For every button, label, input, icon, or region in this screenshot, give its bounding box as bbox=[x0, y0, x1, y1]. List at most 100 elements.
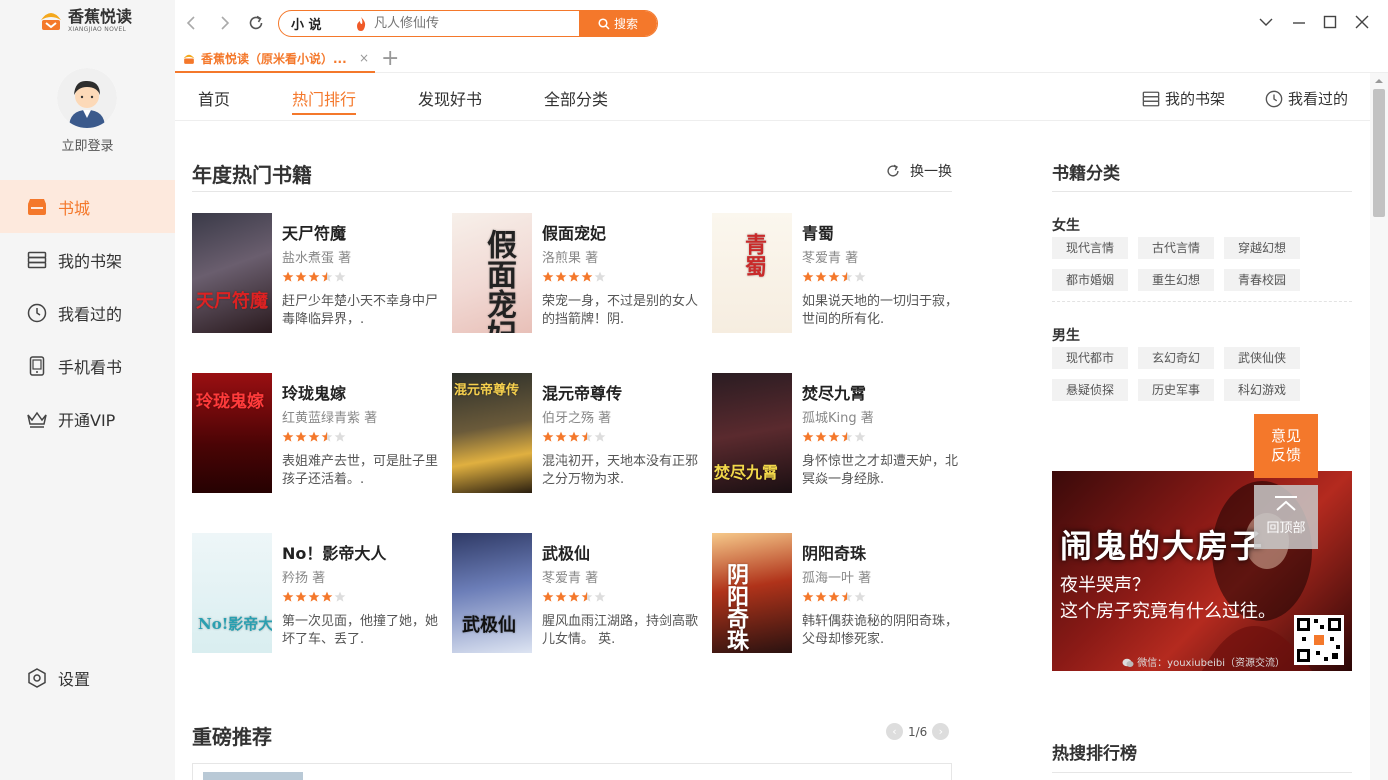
star-full-icon bbox=[828, 431, 840, 442]
close-button[interactable] bbox=[1354, 14, 1370, 30]
my-bookshelf-label: 我的书架 bbox=[1165, 90, 1226, 108]
book-cover[interactable]: 玲珑鬼嫁 bbox=[192, 373, 272, 493]
book-card[interactable]: No!影帝大人 No！影帝大人矜扬 著第一次见面，他撞了她，她坏了车、丢了. bbox=[192, 533, 447, 653]
search-input[interactable] bbox=[370, 11, 579, 36]
book-rating bbox=[282, 271, 347, 283]
book-cover[interactable]: 青蜀 bbox=[712, 213, 792, 333]
star-full-icon bbox=[295, 271, 307, 282]
close-icon bbox=[1355, 15, 1369, 29]
book-rating bbox=[542, 431, 607, 443]
category-chip[interactable]: 历史军事 bbox=[1138, 379, 1214, 401]
app-logo[interactable]: 香蕉悦读 XIANGJIAO NOVEL bbox=[38, 8, 132, 34]
category-chip[interactable]: 青春校园 bbox=[1224, 269, 1300, 291]
category-chip[interactable]: 古代言情 bbox=[1138, 237, 1214, 259]
book-rating bbox=[282, 591, 347, 603]
category-chip[interactable]: 重生幻想 bbox=[1138, 269, 1214, 291]
book-card[interactable]: 假面宠妃 假面宠妃 洛煎果 著荣宠一身，不过是别的女人的挡箭牌！阴. bbox=[452, 213, 707, 333]
book-card[interactable]: 混元帝尊传 混元帝尊传 伯牙之殇 著混沌初开，天地本没有正邪之分万物为求. bbox=[452, 373, 707, 493]
pager-prev-button[interactable]: ‹ bbox=[886, 723, 903, 740]
category-chip[interactable]: 现代都市 bbox=[1052, 347, 1128, 369]
fire-icon bbox=[357, 16, 366, 31]
feedback-button[interactable]: 意见反馈 bbox=[1254, 414, 1318, 478]
book-card[interactable]: 焚尽九霄 焚尽九霄 孤城King 著身怀惊世之才却遭天妒，北冥焱一身经脉. bbox=[712, 373, 967, 493]
category-chip[interactable]: 玄幻奇幻 bbox=[1138, 347, 1214, 369]
reload-button[interactable] bbox=[247, 14, 265, 32]
book-title[interactable]: 武极仙 bbox=[542, 540, 590, 564]
book-card[interactable]: 天尸符魔 天尸符魔 盐水煮蛋 著赶尸少年楚小天不幸身中尸毒降临异界，. bbox=[192, 213, 447, 333]
settings-label: 设置 bbox=[58, 670, 91, 689]
book-cover[interactable]: No!影帝大人 bbox=[192, 533, 272, 653]
book-title[interactable]: 焚尽九霄 bbox=[802, 380, 866, 404]
back-button[interactable] bbox=[183, 14, 201, 32]
new-tab-button[interactable]: + bbox=[381, 46, 399, 71]
tab-home[interactable]: 首页 bbox=[198, 86, 230, 110]
book-cover[interactable]: 焚尽九霄 bbox=[712, 373, 792, 493]
pager-next-button[interactable]: › bbox=[932, 723, 950, 740]
tab-close-icon[interactable]: × bbox=[359, 51, 369, 65]
history-link[interactable]: 我看过的 bbox=[1265, 88, 1348, 109]
book-cover[interactable]: 天尸符魔 bbox=[192, 213, 272, 333]
category-chip[interactable]: 都市婚姻 bbox=[1052, 269, 1128, 291]
category-chip[interactable]: 现代言情 bbox=[1052, 237, 1128, 259]
my-bookshelf-link[interactable]: 我的书架 bbox=[1142, 88, 1225, 109]
scrollbar[interactable] bbox=[1370, 73, 1388, 780]
sidebar-item-history[interactable]: 我看过的 bbox=[0, 286, 175, 339]
star-empty-icon bbox=[854, 591, 866, 602]
sidebar-item-store[interactable]: 书城 bbox=[0, 180, 175, 233]
book-card[interactable]: 玲珑鬼嫁 玲珑鬼嫁 红黄蓝绿青紫 著表姐难产去世，可是肚子里孩子还活着。. bbox=[192, 373, 447, 493]
star-full-icon bbox=[542, 591, 554, 602]
book-title[interactable]: 青蜀 bbox=[802, 220, 834, 244]
banana-logo-icon bbox=[183, 54, 195, 64]
crown-icon bbox=[26, 408, 48, 430]
refresh-button[interactable]: 换一换 bbox=[885, 161, 952, 181]
book-cover[interactable]: 假面宠妃 bbox=[452, 213, 532, 333]
book-title[interactable]: No！影帝大人 bbox=[282, 540, 386, 564]
book-cover[interactable]: 阴阳奇珠 bbox=[712, 533, 792, 653]
book-title[interactable]: 混元帝尊传 bbox=[542, 380, 622, 404]
login-link[interactable]: 立即登录 bbox=[0, 135, 175, 154]
logo-title: 香蕉悦读 bbox=[68, 7, 133, 26]
tab-discover[interactable]: 发现好书 bbox=[418, 86, 482, 110]
star-full-icon bbox=[308, 431, 320, 442]
forward-button[interactable] bbox=[215, 14, 233, 32]
book-card[interactable]: 阴阳奇珠 阴阳奇珠 孤海一叶 著韩轩偶获诡秘的阴阳奇珠，父母却惨死家. bbox=[712, 533, 967, 653]
menu-dropdown-button[interactable] bbox=[1258, 14, 1274, 30]
book-title[interactable]: 假面宠妃 bbox=[542, 220, 606, 244]
minimize-button[interactable] bbox=[1291, 14, 1307, 30]
category-chip[interactable]: 武侠仙侠 bbox=[1224, 347, 1300, 369]
book-title[interactable]: 天尸符魔 bbox=[282, 220, 346, 244]
sidebar-item-mobile[interactable]: 手机看书 bbox=[0, 339, 175, 392]
book-rating bbox=[802, 591, 867, 603]
sidebar-item-vip[interactable]: 开通VIP bbox=[0, 392, 175, 445]
book-title[interactable]: 阴阳奇珠 bbox=[802, 540, 866, 564]
settings-button[interactable]: 设置 bbox=[26, 666, 90, 690]
maximize-button[interactable] bbox=[1322, 14, 1338, 30]
category-chip[interactable]: 悬疑侦探 bbox=[1052, 379, 1128, 401]
scroll-up-icon[interactable] bbox=[1370, 75, 1388, 87]
search-category-select[interactable]: 小 说 bbox=[279, 14, 354, 33]
book-title[interactable]: 玲珑鬼嫁 bbox=[282, 380, 346, 404]
hot-search-divider bbox=[1052, 772, 1352, 773]
book-cover[interactable]: 混元帝尊传 bbox=[452, 373, 532, 493]
book-rating bbox=[802, 271, 867, 283]
category-chip[interactable]: 科幻游戏 bbox=[1224, 379, 1300, 401]
star-full-icon bbox=[568, 591, 580, 602]
search-icon bbox=[598, 17, 610, 30]
featured-cover[interactable] bbox=[203, 772, 303, 780]
store-icon bbox=[26, 196, 48, 218]
book-cover-title: 焚尽九霄 bbox=[714, 463, 779, 482]
tab-xiangjiao[interactable]: 香蕉悦读（原米看小说）... × bbox=[175, 46, 375, 73]
sidebar-item-bookshelf[interactable]: 我的书架 bbox=[0, 233, 175, 286]
scroll-thumb[interactable] bbox=[1373, 89, 1385, 217]
book-card[interactable]: 武极仙 武极仙 苳爱青 著腥风血雨江湖路，持剑高歌儿女情。 英. bbox=[452, 533, 707, 653]
back-to-top-button[interactable]: 回顶部 bbox=[1254, 485, 1318, 549]
avatar[interactable] bbox=[57, 68, 117, 128]
tab-all-categories[interactable]: 全部分类 bbox=[544, 86, 608, 110]
book-card[interactable]: 青蜀 青蜀 苳爱青 著如果说天地的一切归于寂，世间的所有化. bbox=[712, 213, 967, 333]
star-full-icon bbox=[308, 591, 320, 602]
search-button[interactable]: 搜索 bbox=[579, 11, 657, 36]
book-cover[interactable]: 武极仙 bbox=[452, 533, 532, 653]
tab-hot-ranking[interactable]: 热门排行 bbox=[292, 86, 357, 115]
category-chip[interactable]: 穿越幻想 bbox=[1224, 237, 1300, 259]
star-empty-icon bbox=[854, 271, 866, 282]
